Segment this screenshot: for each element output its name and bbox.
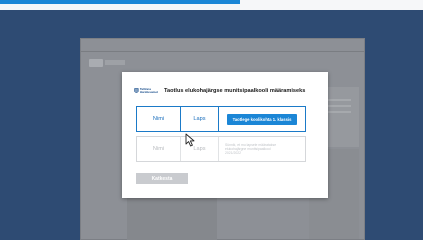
application-options: Nimi Laps Taotlege koolikohta 1. klassis… — [136, 106, 306, 162]
municipal-school-info: Sünnik, et mu lapsele määratakse elukoha… — [219, 143, 305, 155]
progress-bar — [0, 0, 240, 4]
parent-name-cell: Nimi — [137, 137, 181, 161]
background-logo — [89, 59, 103, 67]
option-row-first-grade[interactable]: Nimi Laps Taotlege koolikohta 1. klassis — [136, 106, 306, 132]
option-row-municipal-school: Nimi Laps Sünnik, et mu lapsele määratak… — [136, 136, 306, 162]
application-dialog: Tallinna Haridusamet Taotlus elukohajärg… — [122, 72, 328, 198]
parent-name-cell: Nimi — [137, 107, 181, 131]
info-line: 2021/2022 — [225, 151, 242, 156]
apply-first-grade-button[interactable]: Taotlege koolikohta 1. klassis — [226, 113, 298, 125]
tallinn-logo: Tallinna Haridusamet — [134, 84, 158, 98]
mouse-pointer-icon — [185, 133, 197, 147]
browser-top-strip — [0, 0, 423, 10]
screen: Tallinna Haridusamet Taotlus elukohajärg… — [0, 0, 423, 240]
info-cell: Sünnik, et mu lapsele määratakse elukoha… — [219, 137, 305, 161]
action-cell: Taotlege koolikohta 1. klassis — [219, 107, 305, 131]
background-divider — [81, 51, 364, 52]
dialog-title: Taotlus elukohajärgse munitsipaalkooli m… — [164, 88, 306, 94]
background-logo-text — [105, 60, 125, 65]
dialog-header: Tallinna Haridusamet Taotlus elukohajärg… — [134, 82, 320, 100]
logo-line: Haridusamet — [139, 90, 158, 94]
tallinn-crest-icon — [134, 88, 139, 93]
child-name-cell: Laps — [181, 107, 219, 131]
cancel-button[interactable]: Katkesta — [136, 173, 188, 184]
logo-text: Tallinna Haridusamet — [139, 87, 158, 95]
